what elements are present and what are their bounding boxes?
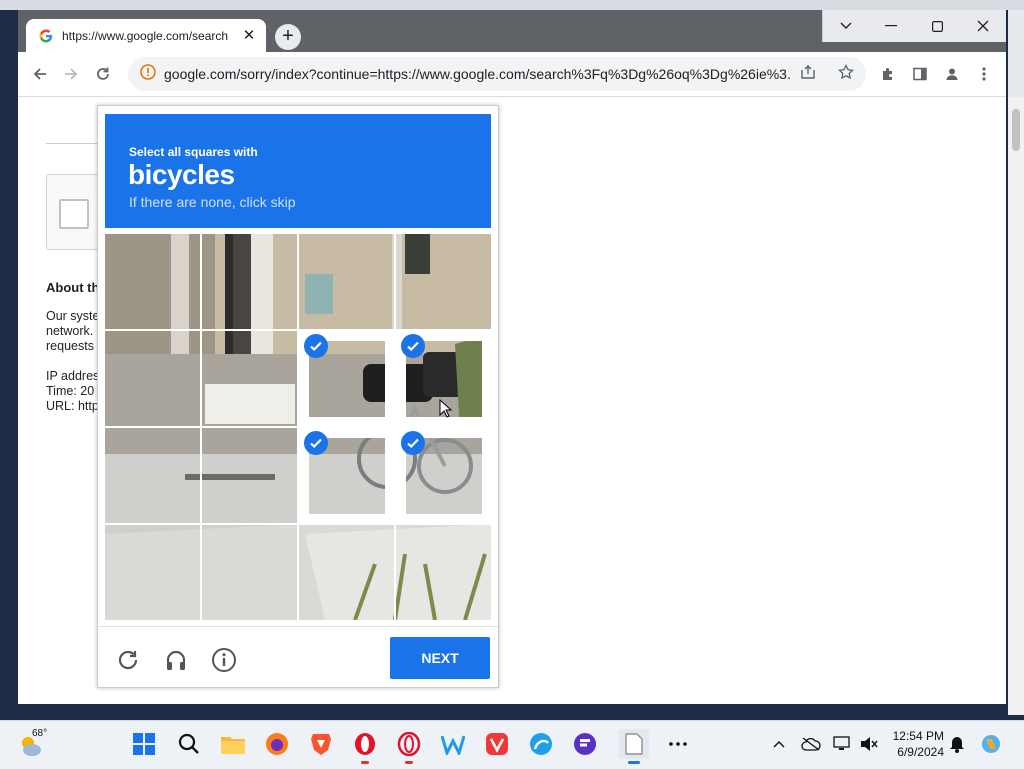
about-heading: About th: [46, 280, 100, 295]
meta-line: URL: http: [46, 399, 99, 413]
forward-button[interactable]: [59, 62, 83, 86]
search-icon[interactable]: [174, 729, 204, 759]
page-scrollbar[interactable]: [1008, 97, 1024, 715]
start-menu-icon[interactable]: [129, 729, 159, 759]
site-info-icon[interactable]: [140, 63, 156, 85]
body-line: Our syste: [46, 309, 100, 323]
meta-line: IP addres: [46, 369, 100, 383]
mouse-cursor-icon: [439, 399, 453, 418]
share-icon[interactable]: [800, 64, 816, 85]
running-indicator: [405, 761, 413, 764]
back-button[interactable]: [28, 62, 52, 86]
extensions-icon[interactable]: [876, 62, 900, 86]
captcha-tile[interactable]: [202, 331, 297, 426]
opera-icon[interactable]: [350, 729, 380, 764]
scrollbar-thumb[interactable]: [1012, 109, 1020, 151]
request-meta: IP addres Time: 20 URL: http: [46, 369, 99, 414]
google-g-icon: [38, 28, 54, 44]
checkmark-icon: [401, 431, 425, 455]
windows-taskbar: 68° 12:54 PM 6/9/2024: [0, 720, 1024, 769]
meta-line: Time: 20: [46, 384, 95, 398]
side-panel-icon[interactable]: [908, 62, 932, 86]
url-text: google.com/sorry/index?continue=https://…: [164, 66, 790, 82]
opera-gx-icon[interactable]: [394, 729, 424, 764]
captcha-tile-selected[interactable]: [299, 428, 394, 523]
captcha-tile[interactable]: [105, 525, 200, 620]
wavebox-icon[interactable]: [438, 729, 468, 759]
info-icon[interactable]: [211, 647, 237, 673]
tab-google-search[interactable]: https://www.google.com/search ✕: [26, 19, 266, 52]
reload-challenge-icon[interactable]: [115, 647, 141, 673]
tab-close-icon[interactable]: ✕: [240, 27, 258, 45]
captcha-target-object: bicycles: [128, 159, 235, 190]
audio-challenge-icon[interactable]: [163, 647, 189, 673]
body-line: requests: [46, 339, 94, 353]
captcha-tile[interactable]: [202, 525, 297, 620]
captcha-tile[interactable]: [105, 234, 200, 329]
weather-widget[interactable]: 68°: [18, 728, 58, 761]
desktop-top-strip: [0, 0, 1024, 10]
checkmark-icon: [401, 334, 425, 358]
captcha-tile[interactable]: [105, 331, 200, 426]
checkmark-icon: [304, 334, 328, 358]
volume-muted-icon[interactable]: [858, 733, 880, 755]
active-indicator: [628, 761, 640, 764]
floorp-icon[interactable]: [570, 729, 600, 759]
browser-toolbar: google.com/sorry/index?continue=https://…: [18, 52, 1006, 97]
captcha-tile[interactable]: [396, 525, 491, 620]
captcha-tile-selected[interactable]: [396, 428, 491, 523]
reload-button[interactable]: [91, 62, 115, 86]
maximize-button[interactable]: [914, 10, 960, 42]
copilot-icon[interactable]: [980, 733, 1002, 755]
recaptcha-checkbox[interactable]: [59, 199, 89, 229]
bookmark-star-icon[interactable]: [837, 63, 855, 85]
edge-style-browser-icon[interactable]: [526, 729, 556, 759]
checkmark-icon: [304, 431, 328, 455]
clock-date: 6/9/2024: [897, 745, 944, 759]
firefox-icon[interactable]: [262, 729, 292, 759]
running-indicator: [361, 761, 369, 764]
profile-icon[interactable]: [940, 62, 964, 86]
onedrive-icon[interactable]: [800, 733, 822, 755]
minimize-button[interactable]: [868, 10, 914, 42]
network-icon[interactable]: [832, 733, 854, 755]
tab-title: https://www.google.com/search: [62, 28, 229, 43]
clock-time: 12:54 PM: [892, 729, 944, 743]
file-explorer-icon[interactable]: [218, 729, 248, 759]
captcha-challenge: Select all squares with bicycles If ther…: [97, 105, 499, 688]
about-body: Our syste network. requests: [46, 309, 100, 354]
captcha-instruction: Select all squares with: [129, 145, 258, 159]
address-bar[interactable]: google.com/sorry/index?continue=https://…: [128, 57, 866, 91]
captcha-hint: If there are none, click skip: [129, 194, 296, 210]
tab-strip: https://www.google.com/search ✕ +: [18, 10, 1006, 52]
captcha-tile[interactable]: [202, 428, 297, 523]
captcha-tile[interactable]: [105, 428, 200, 523]
captcha-tile-selected[interactable]: [299, 331, 394, 426]
close-window-button[interactable]: [960, 10, 1006, 42]
browser-menu-icon[interactable]: [972, 62, 996, 86]
brave-icon[interactable]: [306, 729, 336, 759]
captcha-tile[interactable]: [299, 525, 394, 620]
captcha-footer: NEXT: [98, 626, 498, 689]
system-clock[interactable]: 12:54 PM 6/9/2024: [884, 728, 944, 760]
captcha-tile[interactable]: [299, 234, 394, 329]
next-button[interactable]: NEXT: [390, 637, 490, 679]
chevron-up-icon[interactable]: [768, 733, 790, 755]
notepad-icon[interactable]: [619, 729, 649, 764]
notification-bell-icon[interactable]: [946, 733, 968, 755]
body-line: network.: [46, 324, 94, 338]
temperature: 68°: [32, 728, 48, 739]
captcha-tile[interactable]: [202, 234, 297, 329]
captcha-tile[interactable]: [396, 234, 491, 329]
new-tab-button[interactable]: +: [275, 24, 301, 50]
more-apps-icon[interactable]: [663, 729, 693, 759]
vivaldi-icon[interactable]: [482, 729, 512, 759]
captcha-image-grid: [105, 234, 491, 620]
tab-search-button[interactable]: [822, 10, 869, 42]
captcha-header: Select all squares with bicycles If ther…: [105, 114, 491, 228]
